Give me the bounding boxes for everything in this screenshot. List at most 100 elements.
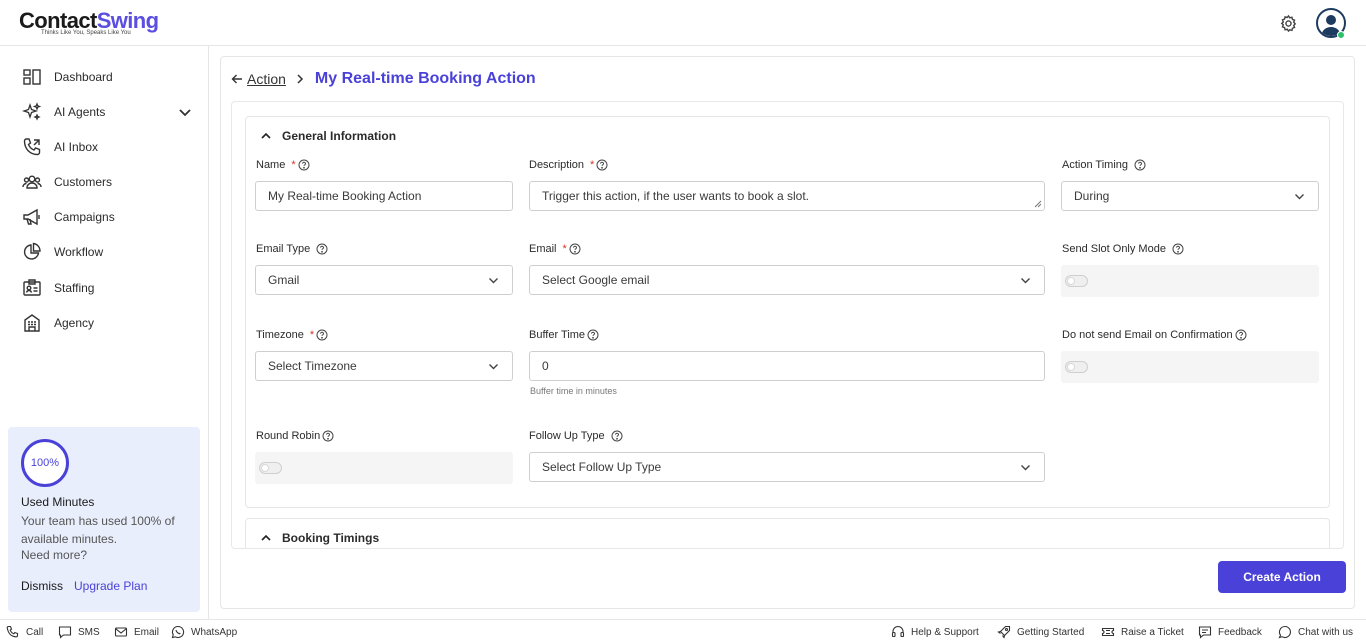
- sidebar-item-label: AI Agents: [54, 105, 106, 119]
- usage-title: Used Minutes: [21, 495, 95, 509]
- round-robin-toggle[interactable]: [259, 462, 282, 474]
- description-textarea[interactable]: Trigger this action, if the user wants t…: [529, 181, 1045, 211]
- footer-whatsapp[interactable]: WhatsApp: [171, 624, 237, 640]
- help-circle-icon[interactable]: [569, 243, 581, 255]
- chevron-down-icon: [489, 364, 498, 370]
- action-timing-select[interactable]: During: [1061, 181, 1319, 211]
- sidebar-item-ai-inbox[interactable]: AI Inbox: [0, 132, 208, 162]
- usage-progress-ring: 100%: [21, 439, 69, 487]
- chevron-up-icon: [261, 132, 271, 139]
- help-circle-icon[interactable]: [611, 430, 623, 442]
- booking-timings-header[interactable]: Booking Timings: [260, 529, 379, 547]
- description-label-text: Description: [529, 159, 585, 171]
- online-status-dot: [1337, 31, 1345, 39]
- round-robin-label: Round Robin: [256, 430, 334, 442]
- chevron-down-icon: [1021, 465, 1030, 471]
- megaphone-icon: [23, 208, 40, 226]
- timezone-label: Timezone *: [256, 329, 328, 341]
- general-information-header[interactable]: General Information: [260, 127, 396, 145]
- help-circle-icon[interactable]: [1172, 243, 1184, 255]
- sidebar-item-campaigns[interactable]: Campaigns: [0, 202, 208, 232]
- send-slot-only-mode-label: Send Slot Only Mode: [1062, 243, 1184, 255]
- whatsapp-icon: [171, 625, 185, 639]
- upgrade-plan-link[interactable]: Upgrade Plan: [74, 579, 147, 593]
- sidebar-item-staffing[interactable]: Staffing: [0, 273, 208, 303]
- footer-help-label: Help & Support: [911, 626, 979, 638]
- footer-call[interactable]: Call: [6, 624, 43, 640]
- create-action-button[interactable]: Create Action: [1218, 561, 1346, 593]
- sidebar-item-customers[interactable]: Customers: [0, 167, 208, 197]
- id-badge-icon: [23, 279, 41, 296]
- email-placeholder: Select Google email: [542, 273, 650, 287]
- follow-up-type-select[interactable]: Select Follow Up Type: [529, 452, 1045, 482]
- sidebar-item-label: Dashboard: [54, 70, 113, 84]
- logo[interactable]: ContactSwing Thinks Like You, Speaks Lik…: [19, 9, 159, 37]
- no-email-confirmation-toggle[interactable]: [1065, 361, 1088, 373]
- footer-email[interactable]: Email: [114, 624, 159, 640]
- footer-help-support[interactable]: Help & Support: [891, 624, 979, 640]
- no-email-confirmation-label-text: Do not send Email on Confirmation: [1062, 329, 1233, 341]
- chevron-down-icon[interactable]: [177, 104, 193, 120]
- footer-sms[interactable]: SMS: [58, 624, 100, 640]
- help-circle-icon[interactable]: [298, 159, 310, 171]
- sidebar-item-ai-agents[interactable]: AI Agents: [0, 97, 208, 127]
- usage-card: 100% Used Minutes Your team has used 100…: [8, 427, 200, 612]
- sparkles-icon: [22, 102, 42, 121]
- help-circle-icon[interactable]: [322, 430, 334, 442]
- send-slot-only-mode-container: [1061, 265, 1319, 297]
- arrow-left-icon[interactable]: [231, 73, 243, 85]
- email-type-value: Gmail: [268, 273, 300, 287]
- chevron-down-icon: [489, 278, 498, 284]
- general-information-section: General Information Name * My Real-time B…: [245, 116, 1330, 508]
- help-circle-icon[interactable]: [596, 159, 608, 171]
- footer-feedback[interactable]: Feedback: [1198, 624, 1262, 640]
- footer-chat[interactable]: Chat with us: [1278, 624, 1353, 640]
- email-label-text: Email: [529, 243, 557, 255]
- sidebar-item-dashboard[interactable]: Dashboard: [0, 62, 208, 92]
- help-circle-icon[interactable]: [316, 329, 328, 341]
- no-email-confirmation-container: [1061, 351, 1319, 383]
- section-title: Booking Timings: [282, 531, 380, 545]
- help-circle-icon[interactable]: [1235, 329, 1247, 341]
- name-input[interactable]: My Real-time Booking Action: [255, 181, 513, 211]
- usage-more-text: Need more?: [21, 548, 88, 562]
- footer-call-label: Call: [26, 626, 44, 638]
- timezone-select[interactable]: Select Timezone: [255, 351, 513, 381]
- sidebar-item-workflow[interactable]: Workflow: [0, 237, 208, 267]
- dismiss-button[interactable]: Dismiss: [21, 579, 63, 593]
- feedback-icon: [1198, 626, 1212, 639]
- resize-grip-icon[interactable]: [1034, 200, 1042, 208]
- headset-icon: [891, 626, 905, 638]
- buffer-time-label: Buffer Time: [529, 329, 599, 341]
- toggle-knob: [261, 464, 269, 472]
- sidebar-item-label: Customers: [54, 175, 113, 189]
- follow-up-type-placeholder: Select Follow Up Type: [542, 460, 662, 474]
- footer-chat-label: Chat with us: [1298, 626, 1354, 638]
- building-icon: [24, 314, 40, 332]
- send-slot-only-mode-toggle[interactable]: [1065, 275, 1088, 287]
- help-circle-icon[interactable]: [316, 243, 328, 255]
- help-circle-icon[interactable]: [587, 329, 599, 341]
- sidebar-item-label: AI Inbox: [54, 140, 99, 154]
- settings-gear-icon[interactable]: [1279, 14, 1298, 33]
- footer-getting-started[interactable]: Getting Started: [997, 624, 1084, 640]
- buffer-time-input[interactable]: 0: [529, 351, 1045, 381]
- dashboard-icon: [23, 69, 41, 85]
- email-type-label-text: Email Type: [256, 243, 311, 255]
- rocket-icon: [997, 625, 1011, 639]
- email-type-select[interactable]: Gmail: [255, 265, 513, 295]
- scrollbar-thumb[interactable]: [1343, 130, 1344, 290]
- action-timing-value: During: [1074, 189, 1110, 203]
- mail-icon: [114, 627, 128, 637]
- required-mark: *: [562, 243, 567, 255]
- round-robin-label-text: Round Robin: [256, 430, 321, 442]
- sidebar-item-agency[interactable]: Agency: [0, 308, 208, 338]
- breadcrumb-action-link[interactable]: Action: [247, 71, 286, 87]
- footer-raise-ticket[interactable]: Raise a Ticket: [1101, 624, 1184, 640]
- description-label: Description *: [529, 159, 608, 171]
- breadcrumb: Action My Real-time Booking Action: [231, 69, 536, 89]
- form-scroll-area[interactable]: General Information Name * My Real-time B…: [231, 101, 1344, 549]
- help-circle-icon[interactable]: [1134, 159, 1146, 171]
- no-email-confirmation-label: Do not send Email on Confirmation: [1062, 329, 1247, 341]
- email-select[interactable]: Select Google email: [529, 265, 1045, 295]
